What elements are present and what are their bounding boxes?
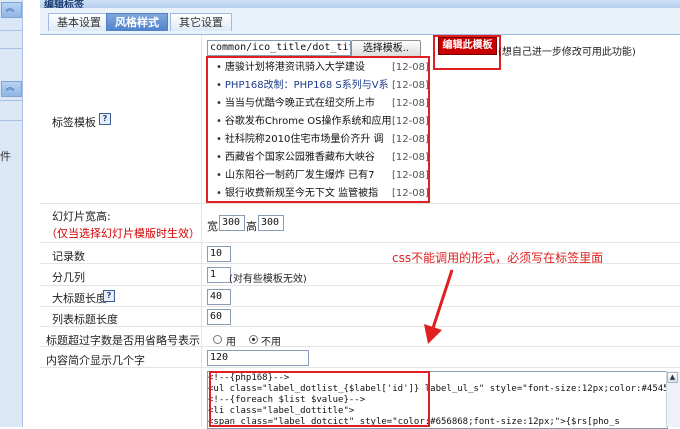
- list-item[interactable]: • 当当与优酷今晚正式在纽交所上市 [12-08]: [216, 95, 429, 112]
- window-titlebar: [40, 0, 680, 8]
- list-item[interactable]: • 谷歌发布Chrome OS操作系统和应用 [12-08]: [216, 113, 429, 130]
- item-title[interactable]: 唐骏计划将港资讯骑入大学建设: [225, 62, 365, 73]
- columns-label: 分几列: [52, 271, 85, 284]
- record-count-label: 记录数: [52, 250, 85, 263]
- sidebar-divider: [0, 48, 22, 49]
- list-item[interactable]: • PHP168改制：PHP168 S系列与V系 [12-08]: [216, 77, 429, 94]
- select-template-button[interactable]: 选择模板..: [351, 40, 421, 57]
- help-icon[interactable]: ?: [103, 290, 115, 302]
- list-item[interactable]: • 唐骏计划将港资讯骑入大学建设 [12-08]: [216, 59, 429, 76]
- left-sidebar: [0, 0, 23, 427]
- annotation-arrow: [424, 269, 454, 344]
- item-title[interactable]: 社科院称2010住宅市场量价齐升 调: [225, 134, 384, 145]
- width-input[interactable]: 300: [219, 215, 245, 231]
- summary-length-input[interactable]: 120: [207, 350, 309, 366]
- list-item[interactable]: • 银行收费新规至今无下文 监管被指 [12-08]: [216, 185, 429, 202]
- sidebar-divider: [0, 120, 22, 121]
- item-date: [12-08]: [392, 152, 429, 163]
- ellipsis-label: 标题超过字数是否用省略号表示: [46, 334, 200, 347]
- list-title-length-label: 列表标题长度: [52, 313, 118, 326]
- edit-template-hint: (想自己进一步修改可用此功能): [498, 47, 636, 58]
- item-title[interactable]: 银行收费新规至今无下文 监管被指: [225, 188, 378, 199]
- title-length-label: 大标题长度: [52, 292, 107, 305]
- item-date: [12-08]: [392, 98, 429, 109]
- template-path-input[interactable]: common/ico_title/dot_title: [207, 40, 351, 56]
- item-title[interactable]: 谷歌发布Chrome OS操作系统和应用: [225, 116, 392, 127]
- item-date: [12-08]: [392, 188, 429, 199]
- collapse-up-icon[interactable]: ︽: [3, 83, 17, 93]
- title-length-input[interactable]: 40: [207, 289, 231, 305]
- label-template-label: 标签模板: [52, 116, 96, 129]
- item-date: [12-08]: [392, 80, 429, 91]
- list-title-length-input[interactable]: 60: [207, 309, 231, 325]
- columns-hint: (对有些模板无效): [229, 274, 307, 285]
- scroll-up-icon[interactable]: ▲: [667, 372, 678, 383]
- slideshow-size-label: 幻灯片宽高:: [52, 210, 111, 223]
- edit-template-button[interactable]: 编辑此模板: [438, 37, 497, 55]
- sidebar-divider: [0, 30, 22, 31]
- item-date: [12-08]: [392, 116, 429, 127]
- ellipsis-no-radio[interactable]: [249, 335, 258, 344]
- ellipsis-yes-label[interactable]: 用: [226, 333, 236, 348]
- item-date: [12-08]: [392, 170, 429, 181]
- item-date: [12-08]: [392, 62, 429, 73]
- width-label: 宽: [207, 220, 218, 233]
- item-title[interactable]: 西藏省个国家公园雅香藏布大峡谷: [225, 152, 375, 163]
- item-title[interactable]: 当当与优酷今晚正式在纽交所上市: [225, 98, 375, 109]
- list-item[interactable]: • 西藏省个国家公园雅香藏布大峡谷 [12-08]: [216, 149, 429, 166]
- tab-basic-settings[interactable]: 基本设置: [48, 13, 110, 31]
- height-label: 高: [246, 220, 257, 233]
- columns-input[interactable]: 1: [207, 267, 231, 283]
- highlight-box-code: [209, 371, 430, 427]
- column-divider: [201, 35, 202, 427]
- sidebar-item-fragment[interactable]: 件: [0, 148, 14, 164]
- height-input[interactable]: 300: [258, 215, 284, 231]
- sidebar-divider: [0, 100, 22, 101]
- item-title[interactable]: PHP168改制：PHP168 S系列与V系: [225, 80, 389, 91]
- row-divider: [40, 203, 680, 204]
- tab-other-settings[interactable]: 其它设置: [170, 13, 232, 31]
- tab-style[interactable]: 风格样式: [106, 13, 168, 31]
- item-date: [12-08]: [392, 134, 429, 145]
- summary-length-label: 内容简介显示几个字: [46, 354, 145, 367]
- record-count-input[interactable]: 10: [207, 246, 231, 262]
- list-item[interactable]: • 社科院称2010住宅市场量价齐升 调 [12-08]: [216, 131, 429, 148]
- item-title[interactable]: 山东阳谷一制药厂发生爆炸 已有7: [225, 170, 375, 181]
- row-divider: [40, 306, 680, 307]
- ellipsis-no-label[interactable]: 不用: [261, 333, 281, 348]
- help-icon[interactable]: ?: [99, 113, 111, 125]
- row-divider: [40, 326, 680, 327]
- slideshow-note: （仅当选择幻灯片模版时生效）: [46, 227, 200, 240]
- ellipsis-yes-radio[interactable]: [213, 335, 222, 344]
- annotation-text: css不能调用的形式，必须写在标签里面: [392, 251, 604, 265]
- collapse-up-icon[interactable]: ︽: [3, 4, 17, 14]
- row-divider: [40, 285, 680, 286]
- row-divider: [40, 242, 680, 243]
- list-item[interactable]: • 山东阳谷一制药厂发生爆炸 已有7 [12-08]: [216, 167, 429, 184]
